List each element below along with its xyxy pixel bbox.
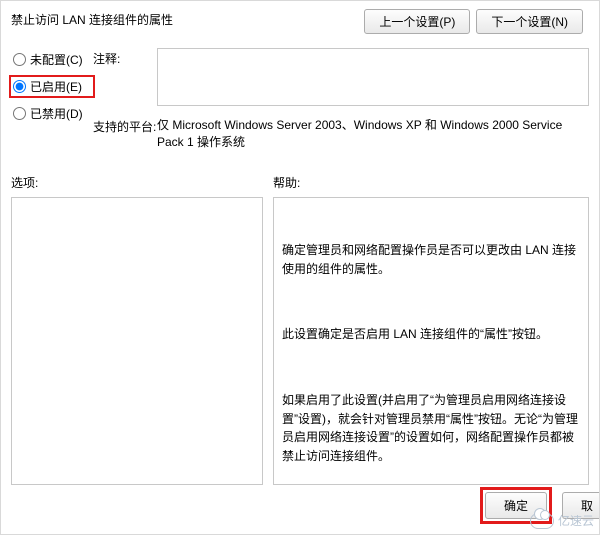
radio-enabled[interactable]: 已启用(E) (9, 75, 95, 98)
comment-textarea[interactable] (157, 48, 589, 106)
comment-label: 注释: (93, 48, 157, 106)
radio-not-configured[interactable]: 未配置(C) (11, 50, 93, 69)
next-setting-button[interactable]: 下一个设置(N) (476, 9, 583, 34)
platform-label: 支持的平台: (93, 116, 157, 152)
radio-enabled-input[interactable] (13, 80, 26, 93)
radio-not-configured-input[interactable] (13, 53, 26, 66)
help-paragraph: 此设置确定是否启用 LAN 连接组件的“属性”按钮。 (282, 325, 580, 344)
ok-highlight: 确定 (480, 487, 552, 524)
help-heading: 帮助: (273, 174, 589, 191)
platform-text: 仅 Microsoft Windows Server 2003、Windows … (157, 116, 589, 152)
help-paragraph: 确定管理员和网络配置操作员是否可以更改由 LAN 连接使用的组件的属性。 (282, 241, 580, 278)
radio-not-configured-label: 未配置(C) (30, 51, 83, 68)
radio-disabled-label: 已禁用(D) (30, 105, 83, 122)
policy-title: 禁止访问 LAN 连接组件的属性 (11, 13, 173, 27)
options-panel (11, 197, 263, 485)
radio-disabled[interactable]: 已禁用(D) (11, 104, 93, 123)
help-panel: 确定管理员和网络配置操作员是否可以更改由 LAN 连接使用的组件的属性。 此设置… (273, 197, 589, 485)
help-paragraph: 如果启用了此设置(并启用了“为管理员启用网络连接设置”设置)，就会针对管理员禁用… (282, 391, 580, 465)
options-heading: 选项: (11, 174, 273, 191)
radio-disabled-input[interactable] (13, 107, 26, 120)
radio-enabled-label: 已启用(E) (30, 78, 82, 95)
prev-setting-button[interactable]: 上一个设置(P) (364, 9, 470, 34)
ok-button[interactable]: 确定 (485, 492, 547, 519)
cancel-button[interactable]: 取 (562, 492, 599, 519)
